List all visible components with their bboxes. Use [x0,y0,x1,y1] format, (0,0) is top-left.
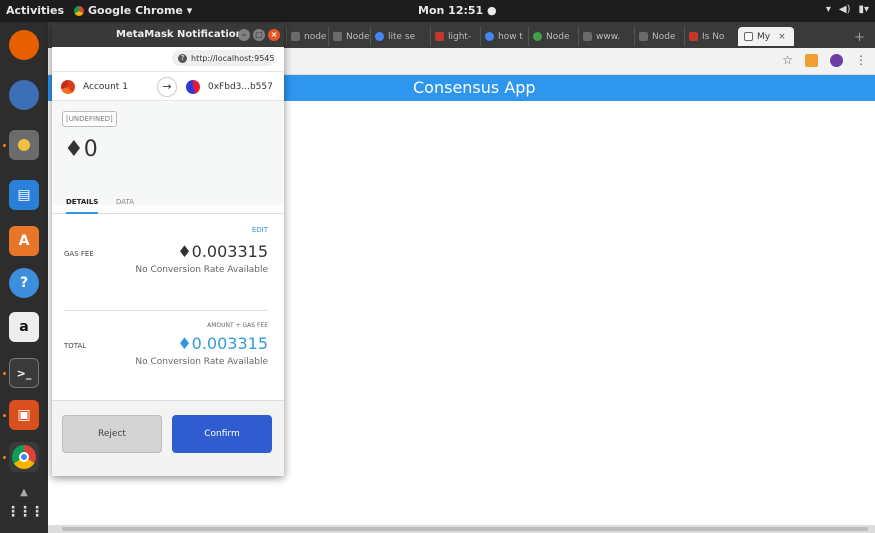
recipient-identicon [186,80,200,94]
arrow-right-icon: → [157,77,177,97]
help-icon[interactable]: ? [9,268,39,298]
writer-icon[interactable]: ▤ [9,180,39,210]
minimize-icon[interactable]: – [238,29,250,41]
popup-titlebar[interactable]: MetaMask Notification – □ × [52,24,284,47]
google-icon [485,32,494,41]
amazon-icon[interactable]: a [9,312,39,342]
status-area[interactable]: ▾ ◀) ▮▾ [826,4,869,15]
terminal-icon[interactable]: >_ [9,358,39,388]
close-icon[interactable]: × [268,29,280,41]
to-account[interactable]: 0xFbd3...b557 [186,80,273,94]
page-icon [333,32,342,41]
clock[interactable]: Mon 12:51 ● [418,4,497,17]
page-icon [291,32,300,41]
new-tab-button[interactable]: + [854,30,865,45]
gas-fee-value: ♦0.003315 [177,242,268,261]
menu-icon[interactable]: ⋮ [855,53,867,67]
app-title: Consensus App [413,78,536,97]
firefox-icon[interactable] [9,30,39,60]
thunderbird-icon[interactable] [9,80,39,110]
tab-details[interactable]: DETAILS [66,198,98,206]
close-tab-icon[interactable]: × [778,32,786,42]
tab-active-my[interactable]: My × [738,27,794,46]
tab-www[interactable]: www. [578,27,620,46]
activities-button[interactable]: Activities [6,4,64,17]
bookmark-star-icon[interactable]: ☆ [782,53,793,67]
tab-is-node[interactable]: Is No [684,27,724,46]
running-indicator [3,372,6,375]
question-icon: ? [178,53,187,63]
window-controls: – □ × [238,29,280,41]
toolbar-icons: ☆ ⋮ [782,53,867,67]
maximize-icon[interactable]: □ [253,29,265,41]
details-panel: EDIT GAS FEE ♦0.003315 No Conversion Rat… [52,214,284,424]
total-conversion: No Conversion Rate Available [135,357,268,367]
tab-how-to[interactable]: how t [480,27,523,46]
confirm-button[interactable]: Confirm [172,415,272,453]
to-address: 0xFbd3...b557 [208,82,273,92]
total-value: ♦0.003315 [177,334,268,353]
google-icon [375,32,384,41]
site-icon [689,32,698,41]
chrome-dock-button[interactable] [9,442,39,472]
volume-icon: ◀) [838,4,851,15]
divider [64,310,268,311]
app-menu[interactable]: Google Chrome ▾ [74,4,192,17]
running-indicator [3,414,6,417]
action-footer: Reject Confirm [52,400,284,476]
transaction-amount: ♦0 [64,137,98,162]
account-row: Account 1 → 0xFbd3...b557 [52,71,284,101]
tab-lite-server[interactable]: lite se [370,27,415,46]
gas-fee-label: GAS FEE [64,250,94,258]
running-indicator [3,456,6,459]
from-account[interactable]: Account 1 [61,80,128,94]
gas-fee-conversion: No Conversion Rate Available [135,265,268,275]
chrome-icon [12,445,36,469]
chrome-icon [74,5,84,16]
tab-node-3[interactable]: Node [528,27,570,46]
system-top-bar: Activities Google Chrome ▾ Mon 12:51 ● ▾… [0,0,875,22]
page-icon [639,32,648,41]
scrollbar-thumb[interactable] [62,527,868,531]
dock: ▤ A ? a >_ ▣ ▲ ⋮⋮⋮ [0,22,48,533]
account-identicon [61,80,75,94]
total-label: TOTAL [64,342,87,350]
page-icon [583,32,592,41]
extension-icon[interactable] [830,53,843,67]
edit-gas-link[interactable]: EDIT [252,226,268,234]
tab-node-1[interactable]: node [286,27,326,46]
impress-icon[interactable]: ▣ [9,400,39,430]
app-menu-label: Google Chrome ▾ [88,4,193,17]
tab-data[interactable]: DATA [116,198,134,206]
running-indicator [3,144,6,147]
tab-node-2[interactable]: Node [328,27,370,46]
origin-url: http://localhost:9545 [191,53,275,63]
wifi-icon: ▾ [825,4,831,15]
tab-node-4[interactable]: Node [634,27,676,46]
show-apps-icon[interactable]: ⋮⋮⋮ [6,497,44,527]
from-account-name: Account 1 [83,82,128,92]
metamask-popup: MetaMask Notification – □ × ? http://loc… [52,24,284,476]
metamask-extension-icon[interactable] [805,53,818,67]
reject-button[interactable]: Reject [62,415,162,453]
battery-icon: ▮▾ [858,4,869,15]
node-icon [533,32,542,41]
origin-pill: ? http://localhost:9545 [172,50,275,66]
npm-icon [435,32,444,41]
total-header: AMOUNT + GAS FEE [207,322,268,329]
page-icon [744,32,753,41]
method-badge: [UNDEFINED] [62,111,117,127]
software-center-icon[interactable]: A [9,226,39,256]
popup-title: MetaMask Notification [116,29,243,40]
files-icon[interactable] [9,130,39,160]
detail-tabs: DETAILS DATA [52,184,284,214]
tab-light[interactable]: light- [430,27,471,46]
